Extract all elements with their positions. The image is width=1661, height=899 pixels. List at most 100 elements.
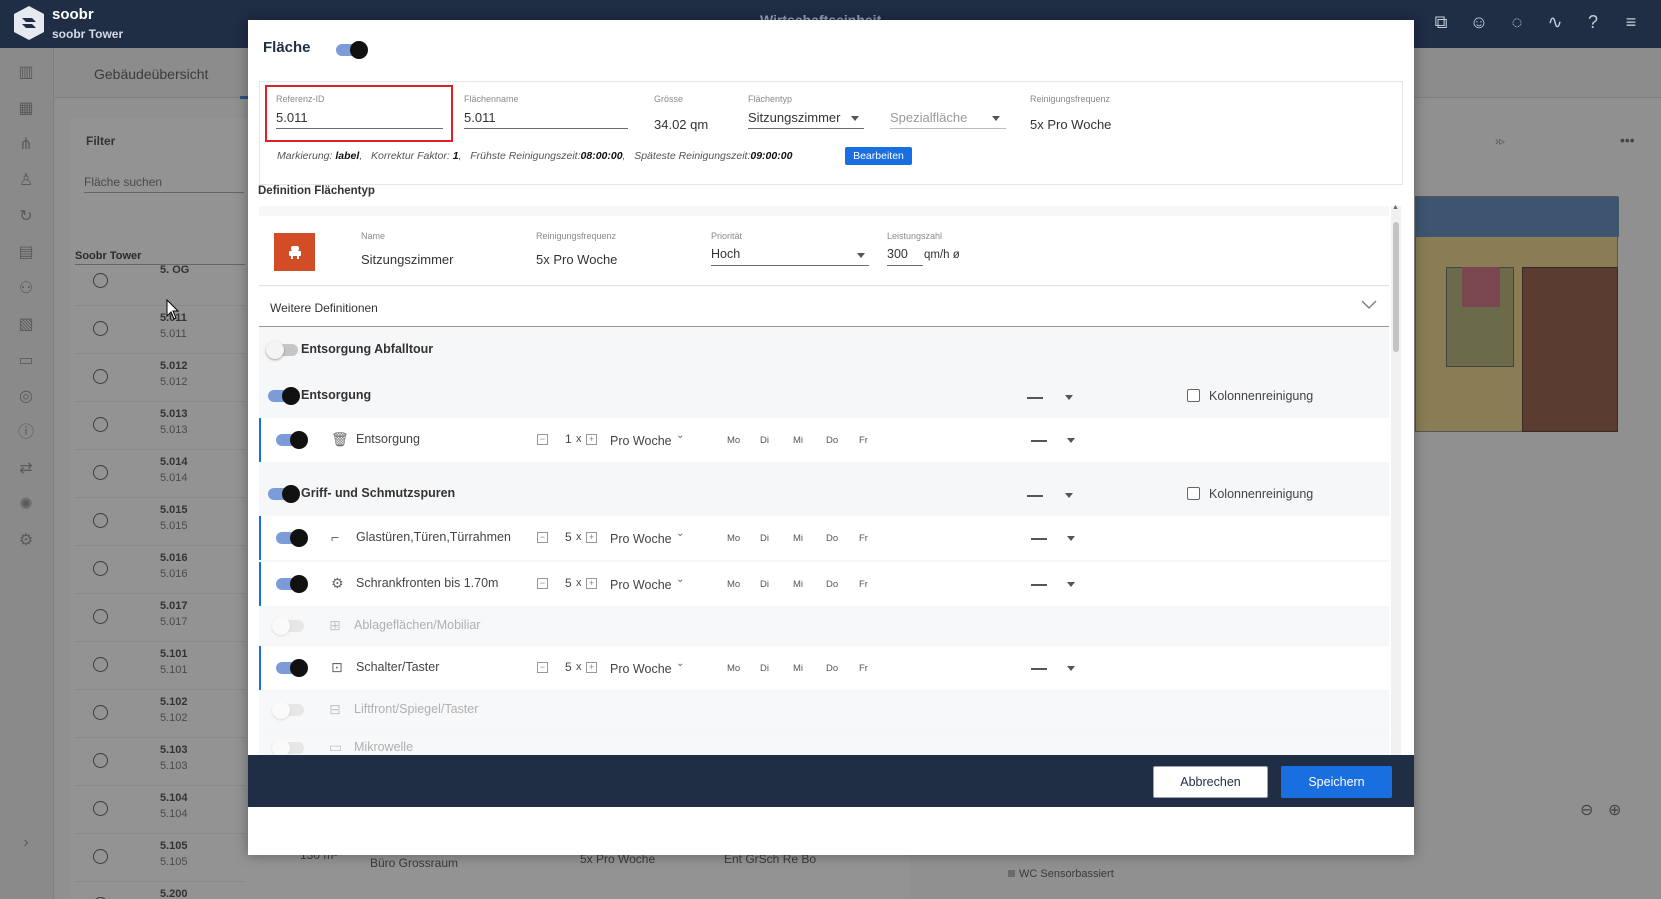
plus-button[interactable]: + bbox=[586, 662, 597, 673]
team-icon[interactable]: ⚇ bbox=[13, 278, 39, 300]
frequency-chevron-down-icon[interactable]: ⌄ bbox=[676, 574, 684, 585]
tab-gebaeudeuebersicht[interactable]: Gebäudeübersicht bbox=[94, 66, 208, 82]
list-item[interactable]: 5.016 5.016 bbox=[75, 546, 245, 594]
list-item[interactable]: 5.103 5.103 bbox=[75, 738, 245, 786]
search-input[interactable]: Fläche suchen bbox=[84, 175, 162, 189]
weekday-mo[interactable]: Mo bbox=[727, 533, 760, 544]
chevron-down-icon[interactable] bbox=[1065, 493, 1073, 498]
weekday-mi[interactable]: Mi bbox=[793, 533, 826, 544]
plus-button[interactable]: + bbox=[586, 434, 597, 445]
task-toggle[interactable] bbox=[276, 659, 308, 677]
list-item[interactable]: 5.012 5.012 bbox=[75, 354, 245, 402]
radio-button[interactable] bbox=[93, 801, 108, 816]
chart-icon[interactable]: ▥ bbox=[13, 62, 39, 84]
frequency-select[interactable]: Pro Woche bbox=[610, 662, 672, 676]
priority-select[interactable]: Hoch bbox=[711, 247, 740, 261]
list-item[interactable]: 5.015 5.015 bbox=[75, 498, 245, 546]
weekday-do[interactable]: Do bbox=[826, 663, 859, 674]
weekday-do[interactable]: Do bbox=[826, 579, 859, 590]
minus-button[interactable]: − bbox=[537, 532, 548, 543]
list-item[interactable]: 5. OG bbox=[75, 258, 245, 306]
list-item[interactable]: 5.0115.011 bbox=[75, 306, 245, 354]
kolonnen-checkbox[interactable] bbox=[1187, 487, 1200, 500]
more-definitions-accordion[interactable]: Weitere Definitionen bbox=[259, 287, 1389, 327]
minus-button[interactable]: − bbox=[537, 662, 548, 673]
radio-button[interactable] bbox=[93, 657, 108, 672]
radio-button[interactable] bbox=[93, 561, 108, 576]
task-toggle[interactable] bbox=[272, 617, 304, 635]
chevron-down-icon[interactable] bbox=[1361, 297, 1377, 315]
task-row[interactable]: ⊟ Liftfront/Spiegel/Taster bbox=[259, 692, 1389, 728]
target-icon[interactable]: ◎ bbox=[13, 386, 39, 408]
priority-chevron-down-icon[interactable] bbox=[857, 253, 865, 258]
radio-button[interactable] bbox=[93, 417, 108, 432]
menu-icon[interactable]: ≡ bbox=[1619, 10, 1643, 34]
weekday-di[interactable]: Di bbox=[760, 663, 793, 674]
radio-button[interactable] bbox=[93, 369, 108, 384]
weekday-di[interactable]: Di bbox=[760, 435, 793, 446]
task-toggle[interactable] bbox=[276, 431, 308, 449]
radio-button[interactable] bbox=[93, 753, 108, 768]
frequency-select[interactable]: Pro Woche bbox=[610, 434, 672, 448]
group-toggle[interactable] bbox=[268, 387, 300, 405]
alert-icon[interactable]: ⓘ bbox=[13, 422, 39, 444]
zoom-in-icon[interactable]: ⊕ bbox=[1608, 800, 1621, 820]
plus-button[interactable]: + bbox=[586, 578, 597, 589]
weekday-mi[interactable]: Mi bbox=[793, 663, 826, 674]
translate-icon[interactable]: ⇄ bbox=[13, 458, 39, 480]
task-toggle[interactable] bbox=[276, 575, 308, 593]
radio-button[interactable] bbox=[93, 273, 108, 288]
floor-plan[interactable] bbox=[1415, 196, 1619, 432]
weekday-fr[interactable]: Fr bbox=[859, 579, 892, 590]
weekday-di[interactable]: Di bbox=[760, 533, 793, 544]
weekday-fr[interactable]: Fr bbox=[859, 533, 892, 544]
building-icon[interactable]: ▦ bbox=[13, 98, 39, 120]
radio-button[interactable] bbox=[93, 849, 108, 864]
kolonnen-checkbox[interactable] bbox=[1187, 389, 1200, 402]
radio-button[interactable] bbox=[93, 513, 108, 528]
weekday-fr[interactable]: Fr bbox=[859, 663, 892, 674]
radio-button[interactable] bbox=[93, 609, 108, 624]
task-row[interactable]: ⊞ Ablageflächen/Mobiliar bbox=[259, 608, 1389, 644]
task-toggle[interactable] bbox=[272, 701, 304, 719]
cycle-icon[interactable]: ↻ bbox=[13, 206, 39, 228]
zoom-out-icon[interactable]: ⊖ bbox=[1580, 800, 1593, 820]
radio-button[interactable] bbox=[93, 705, 108, 720]
type-chevron-down-icon[interactable] bbox=[851, 116, 859, 121]
list-item[interactable]: 5.013 5.013 bbox=[75, 402, 245, 450]
group-toggle[interactable] bbox=[266, 341, 298, 359]
calendar-icon[interactable]: ▤ bbox=[13, 242, 39, 264]
person-icon[interactable]: ♙ bbox=[13, 170, 39, 192]
frequency-select[interactable]: Pro Woche bbox=[610, 532, 672, 546]
chevron-down-icon[interactable] bbox=[1065, 395, 1073, 400]
plus-button[interactable]: + bbox=[586, 532, 597, 543]
weekday-di[interactable]: Di bbox=[760, 579, 793, 590]
definition-scroll-area[interactable]: Name Sitzungszimmer Reinigungsfrequenz 5… bbox=[259, 206, 1389, 771]
minus-button[interactable]: − bbox=[537, 578, 548, 589]
chat-icon[interactable]: ◌ bbox=[1505, 10, 1529, 34]
weekday-mi[interactable]: Mi bbox=[793, 435, 826, 446]
group-toggle[interactable] bbox=[268, 485, 300, 503]
copy-icon[interactable]: ⧉ bbox=[1429, 10, 1453, 34]
weekday-mo[interactable]: Mo bbox=[727, 663, 760, 674]
cancel-button[interactable]: Abbrechen bbox=[1153, 766, 1268, 798]
activity-icon[interactable]: ∿ bbox=[1543, 10, 1567, 34]
report-icon[interactable]: ▧ bbox=[13, 314, 39, 336]
settings-icon[interactable]: ⚙ bbox=[13, 530, 39, 552]
task-row[interactable]: ⌐ Glastüren,Türen,Türrahmen − 5 x + Pro Woche ⌄… bbox=[259, 516, 1389, 560]
expand-icon[interactable]: › bbox=[13, 832, 39, 854]
more-icon[interactable]: ••• bbox=[1620, 132, 1635, 148]
performance-input[interactable]: 300 bbox=[887, 247, 908, 261]
list-item[interactable]: 5.105 5.105 bbox=[75, 834, 245, 882]
task-row[interactable]: 🗑︎ Entsorgung − 1 x + Pro Woche ⌄ Mo Di Mi Do Fr bbox=[259, 418, 1389, 462]
radio-button[interactable] bbox=[93, 321, 108, 336]
list-item[interactable]: 5.014 5.014 bbox=[75, 450, 245, 498]
weekday-do[interactable]: Do bbox=[826, 435, 859, 446]
frequency-chevron-down-icon[interactable]: ⌄ bbox=[676, 430, 684, 441]
weekday-do[interactable]: Do bbox=[826, 533, 859, 544]
weekday-mo[interactable]: Mo bbox=[727, 579, 760, 590]
frequency-select[interactable]: Pro Woche bbox=[610, 578, 672, 592]
help-icon[interactable]: ? bbox=[1581, 10, 1605, 34]
weekday-mi[interactable]: Mi bbox=[793, 579, 826, 590]
frequency-chevron-down-icon[interactable]: ⌄ bbox=[676, 658, 684, 669]
